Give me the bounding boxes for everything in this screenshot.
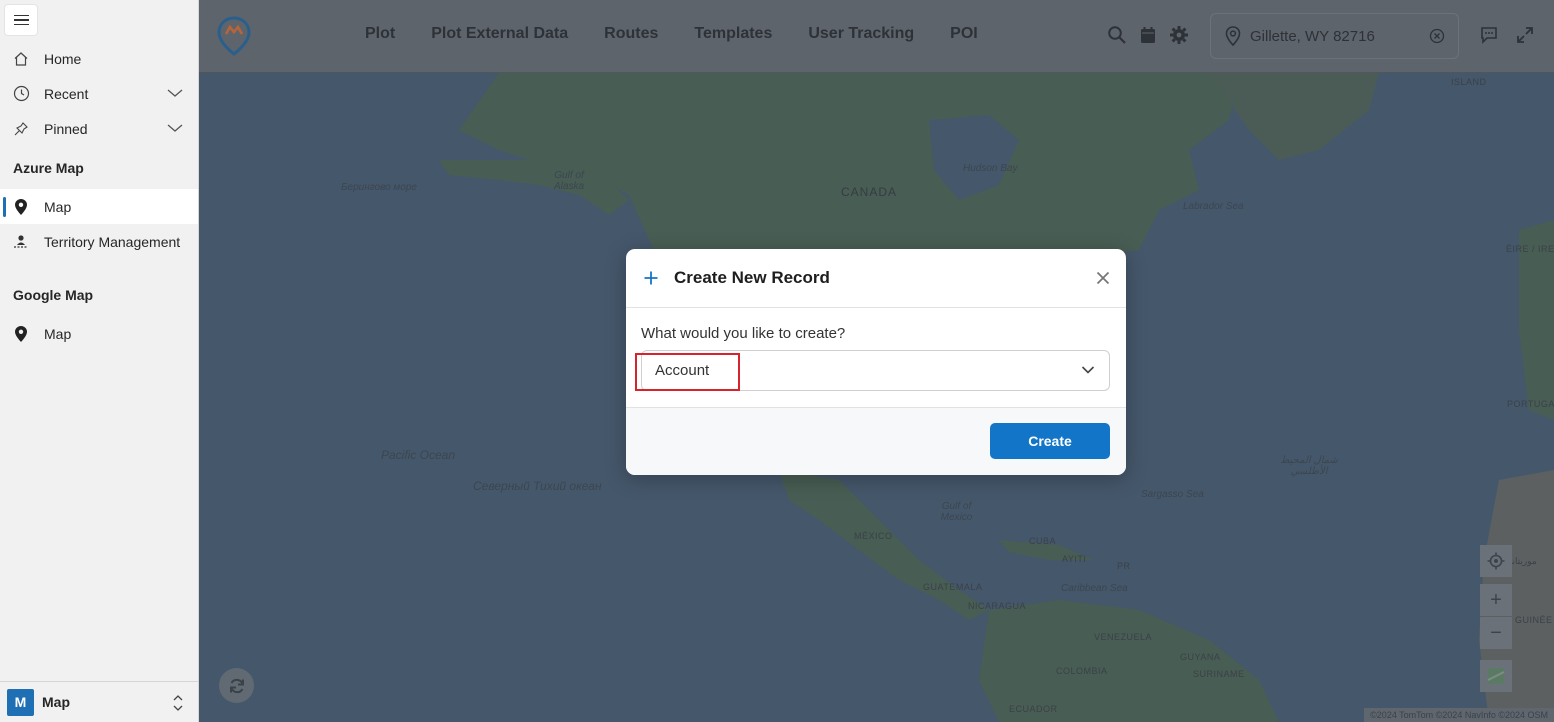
sidebar: Home Recent Pinned Azure Map Map Territo… [0, 0, 199, 722]
map-label: GUYANA [1180, 652, 1221, 662]
map-label: Hudson Bay [963, 163, 1018, 174]
dialog-title: Create New Record [674, 268, 830, 287]
zoom-in-button[interactable]: + [1480, 584, 1512, 616]
crosshair-icon [1487, 552, 1505, 570]
chevron-down-icon[interactable] [166, 86, 184, 102]
map-label: VENEZUELA [1094, 632, 1153, 642]
sidebar-item-azure-map[interactable]: Map [0, 189, 198, 224]
sidebar-item-pinned[interactable]: Pinned [0, 111, 198, 146]
hamburger-line [13, 19, 29, 21]
map-label: ECUADOR [1009, 704, 1058, 714]
map-label: ISLAND [1451, 77, 1487, 87]
map-style-icon [1487, 668, 1505, 684]
map-label: Caribbean Sea [1061, 583, 1128, 594]
app-badge: M [7, 688, 34, 716]
map-label: شمال المحيط الأطلسي [1280, 455, 1338, 477]
map-controls: + − [1480, 545, 1512, 693]
annotation-highlight-box [635, 353, 740, 391]
dialog-header: Create New Record [626, 249, 1126, 308]
map-label: CUBA [1029, 536, 1057, 546]
sidebar-item-label: Territory Management [44, 233, 181, 250]
map-attribution: ©2024 TomTom ©2024 NavInfo ©2024 OSM [1364, 708, 1554, 722]
map-label: Sargasso Sea [1141, 489, 1204, 500]
map-label: PORTUGA [1507, 399, 1554, 409]
pin-icon [11, 119, 31, 139]
map-label: Северный Тихий океан [473, 479, 602, 493]
dialog-body: What would you like to create? Account [626, 308, 1126, 407]
map-label: NICARAGUA [968, 601, 1027, 611]
gear-icon[interactable] [1169, 25, 1189, 45]
calendar-icon[interactable] [1138, 25, 1158, 45]
app-switcher[interactable]: M Map [0, 681, 198, 722]
app-name: Map [42, 694, 70, 710]
dialog-footer: Create [626, 407, 1126, 475]
map-marker-icon [11, 324, 31, 344]
chat-icon[interactable] [1479, 25, 1499, 45]
expand-icon[interactable] [1515, 25, 1535, 45]
nav-user-tracking[interactable]: User Tracking [808, 25, 914, 43]
map-label: GUATEMALA [923, 582, 983, 592]
section-title-azure-map: Azure Map [13, 160, 84, 176]
locate-me-button[interactable] [1480, 545, 1512, 577]
nav-templates[interactable]: Templates [694, 25, 772, 43]
app-logo-icon [217, 16, 251, 56]
map-label: ÉIRE / IREL [1506, 244, 1554, 254]
create-record-dialog: Create New Record What would you like to… [626, 249, 1126, 475]
territory-icon [11, 232, 31, 252]
sidebar-item-label: Recent [44, 85, 89, 102]
location-input[interactable] [1250, 27, 1420, 45]
clear-circle-icon[interactable] [1429, 28, 1445, 44]
clock-icon [11, 84, 31, 104]
search-icon[interactable] [1107, 25, 1127, 45]
plus-icon [644, 271, 658, 285]
map-label: PR [1117, 561, 1131, 571]
refresh-button[interactable] [219, 668, 254, 703]
top-toolbar: Plot Plot External Data Routes Templates… [199, 0, 1554, 73]
sidebar-item-recent[interactable]: Recent [0, 76, 198, 111]
map-label: Берингово море [341, 182, 417, 193]
refresh-icon [229, 678, 244, 693]
map-marker-icon [11, 197, 31, 217]
map-label: Gulf of Mexico [940, 501, 973, 523]
chevron-down-icon[interactable] [166, 121, 184, 137]
map-style-button[interactable] [1480, 660, 1512, 692]
map-label: AYITI [1062, 554, 1087, 564]
sidebar-item-google-map[interactable]: Map [0, 316, 198, 351]
hamburger-line [13, 23, 29, 26]
sidebar-item-home[interactable]: Home [0, 41, 198, 76]
location-search-box[interactable] [1210, 13, 1459, 59]
map-label: Gulf of Alaska [553, 170, 584, 192]
map-label: Pacific Ocean [381, 448, 456, 462]
map-label: MÉXICO [854, 531, 893, 541]
record-type-label: What would you like to create? [641, 325, 846, 342]
hamburger-menu-button[interactable] [5, 5, 37, 35]
sidebar-item-territory-management[interactable]: Territory Management [0, 224, 198, 259]
map-label: GUINÉE [1515, 615, 1553, 625]
close-icon[interactable] [1095, 270, 1111, 286]
create-button[interactable]: Create [990, 423, 1110, 459]
nav-poi[interactable]: POI [950, 25, 978, 43]
map-label: CANADA [841, 185, 898, 199]
sidebar-item-label: Map [44, 198, 72, 215]
chevron-down-icon [1081, 366, 1095, 374]
chevron-up-down-icon [172, 694, 184, 717]
location-pin-icon [1225, 26, 1241, 46]
sidebar-item-label: Pinned [44, 120, 88, 137]
nav-routes[interactable]: Routes [604, 25, 658, 43]
sidebar-item-label: Map [44, 325, 72, 342]
home-icon [11, 49, 31, 69]
map-label: COLOMBIA [1056, 666, 1108, 676]
zoom-out-button[interactable]: − [1480, 617, 1512, 649]
map-label: Labrador Sea [1183, 201, 1244, 212]
top-navigation: Plot Plot External Data Routes Templates… [365, 25, 1014, 43]
section-title-google-map: Google Map [13, 287, 94, 303]
nav-plot-external-data[interactable]: Plot External Data [431, 25, 568, 43]
hamburger-line [13, 14, 29, 17]
map-label: SURINAME [1193, 669, 1245, 679]
sidebar-item-label: Home [44, 50, 82, 67]
nav-plot[interactable]: Plot [365, 25, 395, 43]
